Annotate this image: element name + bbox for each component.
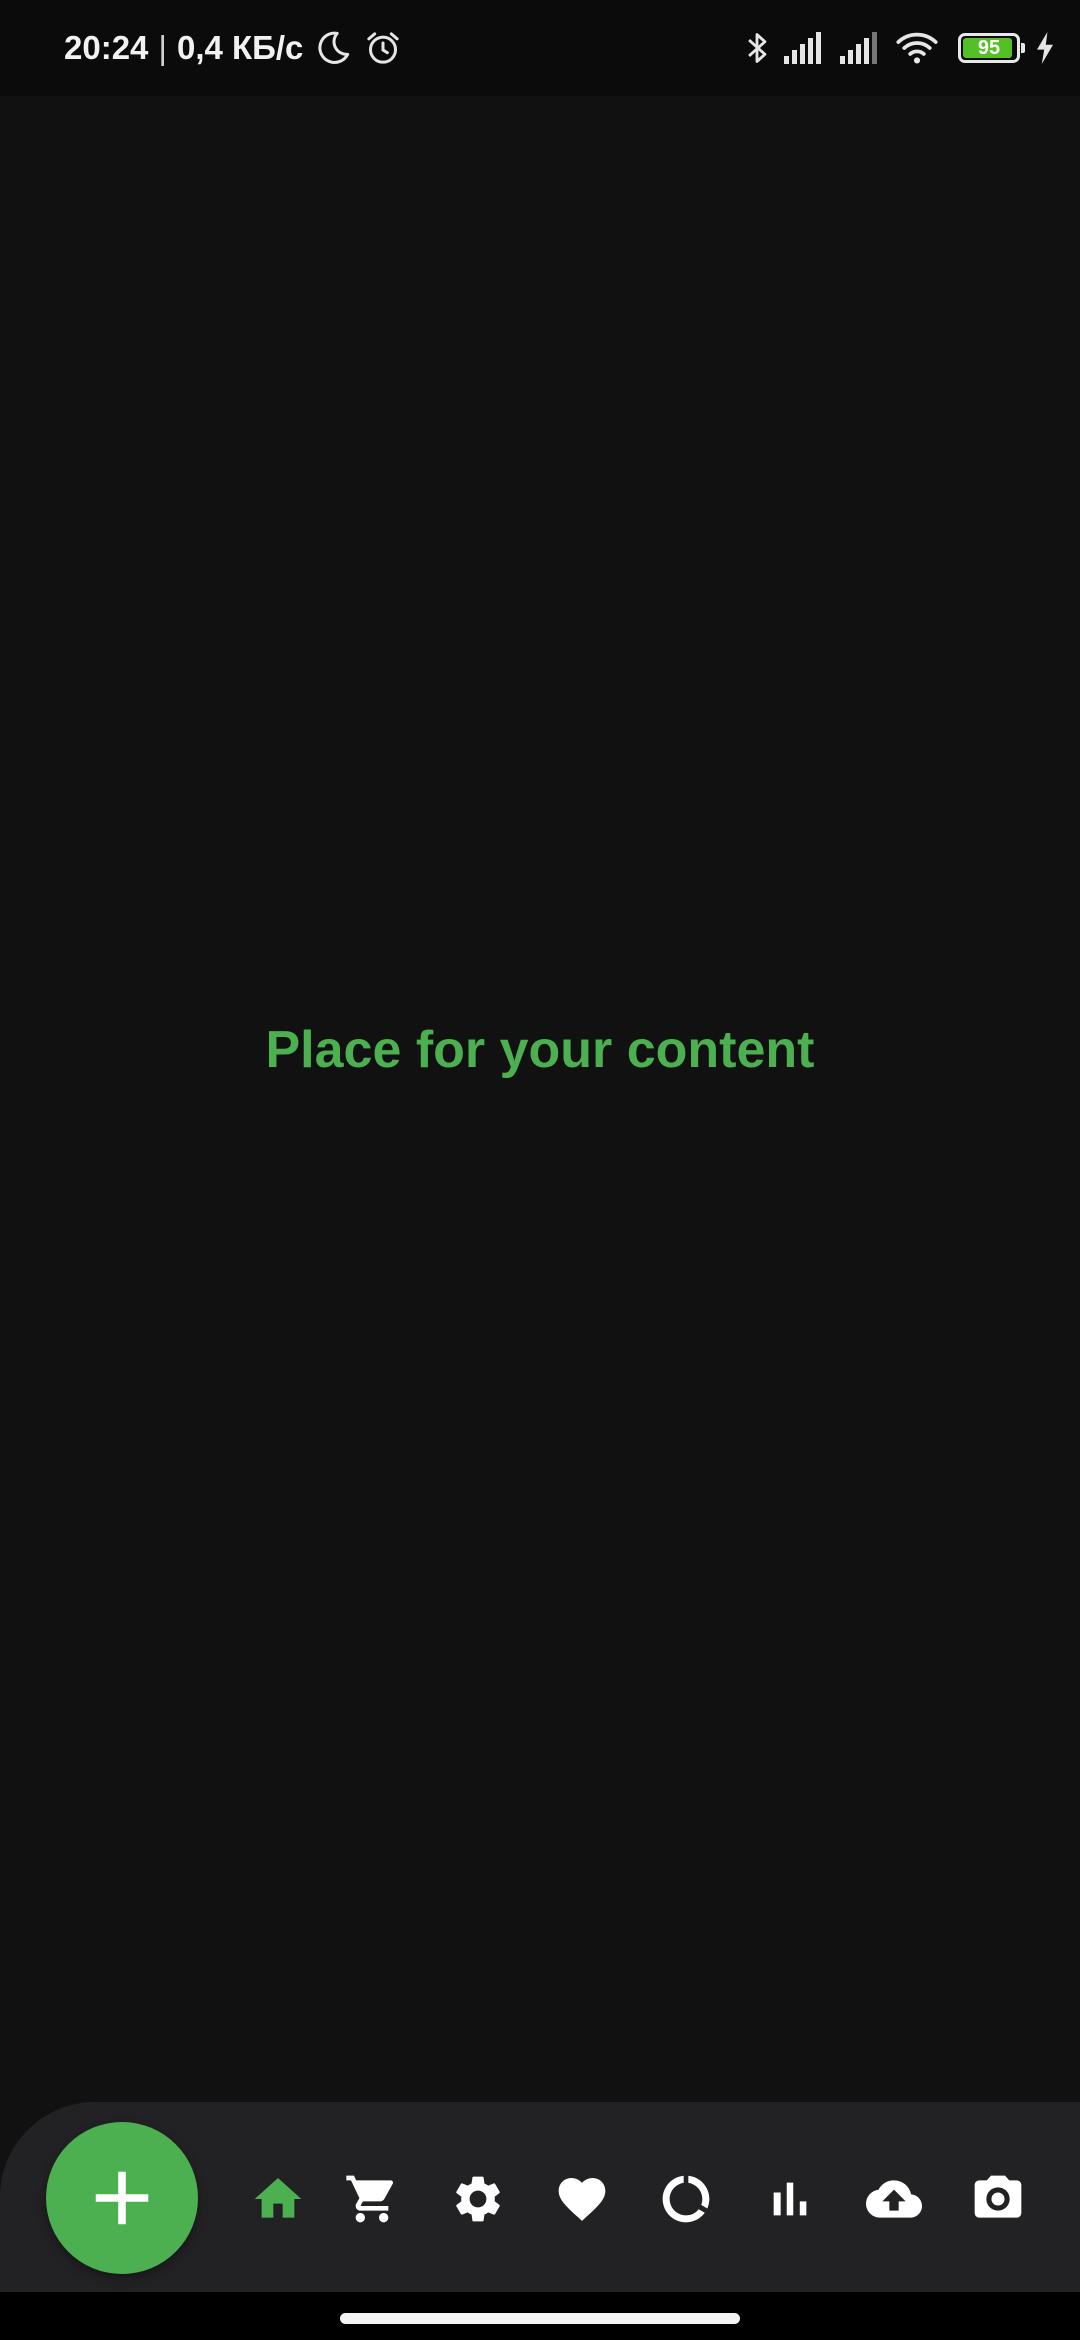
cloud-upload-icon <box>866 2180 922 2218</box>
battery-icon: 95 <box>958 33 1025 63</box>
battery-level: 95 <box>977 37 1001 59</box>
status-separator: | <box>158 29 167 66</box>
nav-item-stats[interactable] <box>748 2157 832 2241</box>
bar-chart-icon <box>773 2182 807 2216</box>
nav-item-camera[interactable] <box>956 2157 1040 2241</box>
heart-icon <box>558 2178 606 2221</box>
circle-progress-icon <box>662 2175 710 2223</box>
network-speed: 0,4 КБ/с <box>176 29 304 66</box>
nav-item-home[interactable] <box>236 2157 320 2241</box>
nav-item-upload[interactable] <box>852 2157 936 2241</box>
content-placeholder-text: Place for your content <box>265 1021 815 1079</box>
alarm-icon <box>367 32 400 64</box>
signal-icon <box>784 32 821 64</box>
nav-item-loading[interactable] <box>644 2157 728 2241</box>
nav-item-cart[interactable] <box>330 2157 414 2241</box>
bottom-nav-items <box>0 2157 1080 2241</box>
home-gesture-handle[interactable] <box>340 2313 740 2324</box>
gear-icon <box>456 2176 500 2222</box>
home-icon <box>254 2178 302 2218</box>
status-time: 20:24 <box>64 29 149 66</box>
signal-icon <box>840 32 877 64</box>
moon-icon <box>318 31 350 64</box>
camera-icon <box>974 2175 1022 2218</box>
bluetooth-icon <box>748 33 767 63</box>
status-right: 95 <box>744 22 1056 74</box>
nav-item-favorites[interactable] <box>540 2157 624 2241</box>
charging-icon <box>1037 32 1053 64</box>
status-left: 20:24 | 0,4 КБ/с <box>64 22 403 74</box>
wifi-icon <box>896 32 938 64</box>
cart-icon <box>346 2175 394 2223</box>
nav-item-settings[interactable] <box>436 2157 520 2241</box>
status-bar: 20:24 | 0,4 КБ/с 95 <box>0 0 1080 96</box>
